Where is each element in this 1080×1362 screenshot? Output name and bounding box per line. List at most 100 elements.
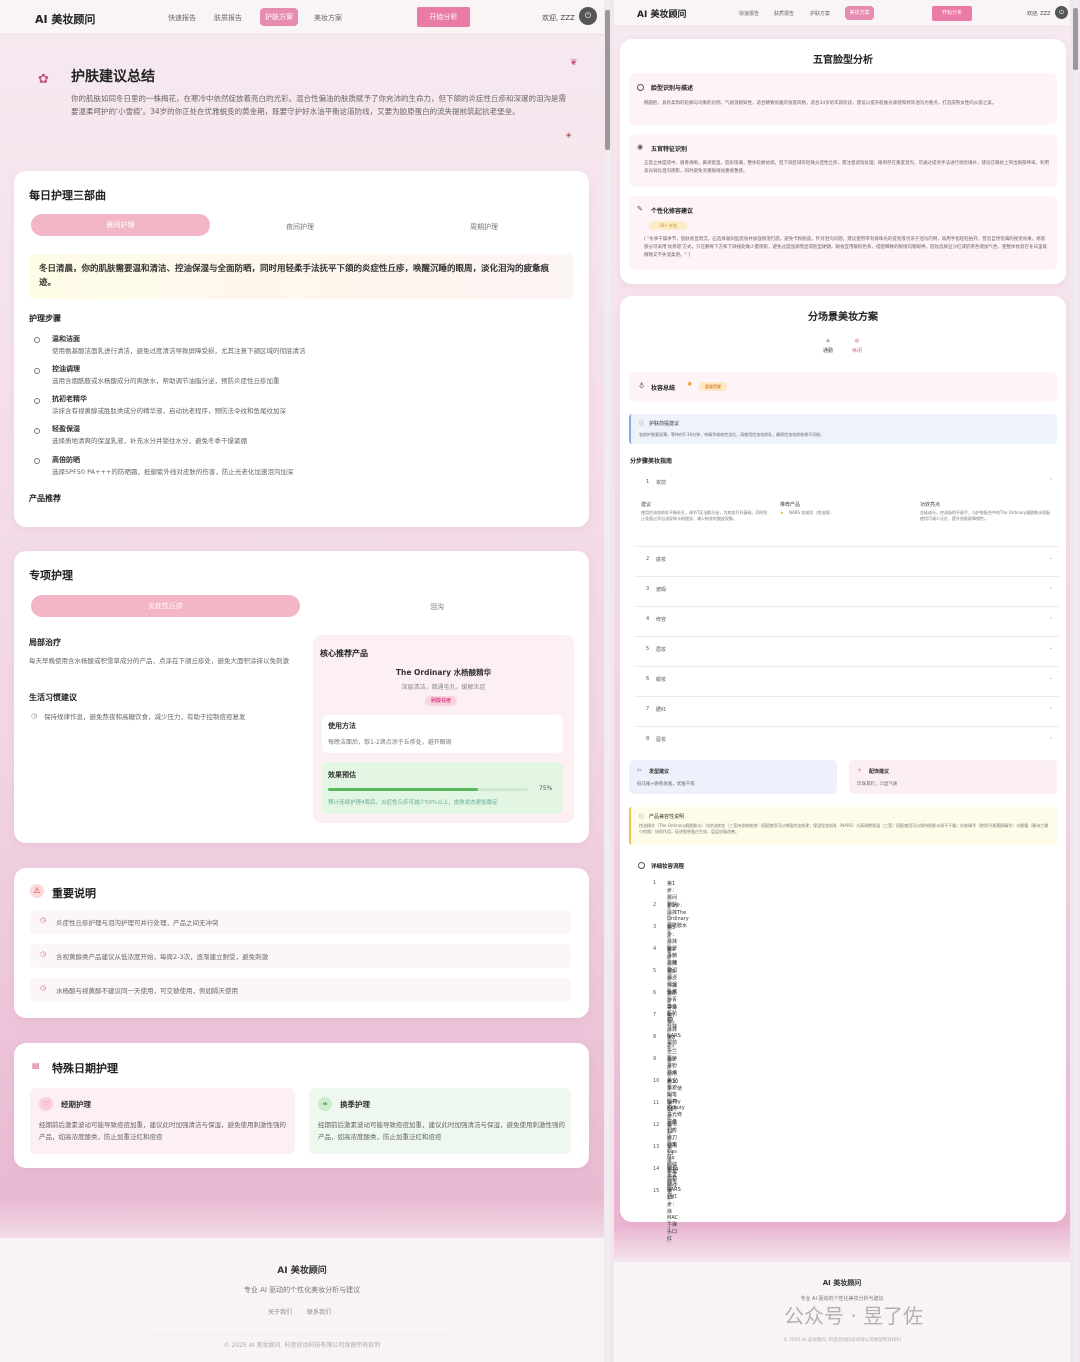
flow-number: 3: [653, 924, 657, 930]
chevron-down-icon[interactable]: ⌄: [1049, 705, 1053, 711]
guide-step-7[interactable]: 7 腮红 ⌄: [634, 696, 1059, 722]
guide-step-4[interactable]: 4 修容 ⌄: [634, 606, 1059, 632]
right-scrollbar-thumb[interactable]: [1073, 8, 1078, 70]
circle-icon: [638, 862, 645, 869]
period-title: 经期护理: [61, 1100, 91, 1109]
step-number: 4: [646, 616, 650, 622]
tab-tear-trough[interactable]: 泪沟: [304, 602, 570, 612]
nav-makeup-plan[interactable]: 美妆方案: [314, 13, 342, 23]
tab-papules[interactable]: 炎症性丘疹: [31, 595, 300, 617]
chevron-down-icon[interactable]: ⌄: [1049, 645, 1053, 651]
flow-number: 11: [653, 1100, 660, 1106]
product-name: The Ordinary 水杨酸精华: [395, 668, 492, 677]
right-scrollbar[interactable]: [1073, 0, 1078, 1362]
nav-makeup-plan[interactable]: 美妆方案: [845, 6, 874, 20]
calendar-icon: ▤: [32, 1061, 40, 1070]
step-label: 遮瑕: [656, 587, 667, 593]
nav-skin-report[interactable]: 肤质报告: [774, 10, 794, 17]
guide-step-1[interactable]: 1 妆前 ⌃: [634, 470, 1059, 496]
note-item: ◷ 炎症性丘疹护理与泪沟护理可并行处理，产品之间无冲突: [30, 910, 571, 934]
app-logo[interactable]: AI 美妆顾问: [35, 11, 95, 27]
guide-step-3[interactable]: 3 遮瑕 ⌄: [634, 576, 1059, 602]
nav-skin-report[interactable]: 肤质报告: [214, 13, 242, 23]
step-desc: 选择质地清爽的保湿乳液，补充水分并锁住水分，避免冬季干燥紧绷: [52, 437, 247, 445]
leisure-icon[interactable]: ◍: [850, 338, 864, 344]
shape-title: 脸型识别与描述: [651, 85, 694, 92]
footer-contact-link[interactable]: 联系我们: [307, 1307, 331, 1316]
avatar[interactable]: ⏻: [1055, 6, 1068, 19]
tab-leisure[interactable]: 休闲: [850, 347, 864, 354]
start-analysis-button[interactable]: 开始分析: [932, 6, 972, 21]
sparkle-icon: ✧: [857, 767, 863, 774]
highlight-title: 功效亮点: [920, 502, 941, 508]
warning-icon: ⚠: [30, 884, 44, 898]
watermark: 公众号 · 昱了佐: [784, 1304, 924, 1328]
eye-icon: ◉: [637, 143, 644, 151]
chevron-up-icon[interactable]: ⌃: [1049, 478, 1053, 484]
life-title: 生活习惯建议: [29, 693, 77, 702]
hair-box: ✂ 发型建议 低马尾+微卷发尾，优雅干练: [629, 760, 837, 794]
tab-night[interactable]: 夜间护理: [210, 222, 390, 232]
commute-icon[interactable]: ⌂: [821, 338, 835, 344]
avatar[interactable]: ⏻: [579, 7, 597, 25]
chevron-down-icon[interactable]: ⌄: [1049, 615, 1053, 621]
app-logo[interactable]: AI 美妆顾问: [637, 7, 686, 20]
nav-skincare-plan[interactable]: 护肤方案: [810, 10, 830, 17]
info-icon: ⓘ: [639, 421, 645, 427]
step-title: 抗初老精华: [52, 395, 87, 403]
step-number: 7: [646, 706, 650, 712]
step-label: 眉妆: [656, 647, 667, 653]
scene-title: 分场景美妆方案: [808, 312, 878, 323]
nav-quick-report[interactable]: 快速报告: [168, 13, 196, 23]
chevron-down-icon[interactable]: ⌄: [1049, 555, 1053, 561]
step-label: 腮红: [656, 707, 667, 713]
tab-periodic[interactable]: 周期护理: [394, 222, 574, 232]
guide-step-6[interactable]: 6 眼妆 ⌄: [634, 666, 1059, 692]
flow-number: 12: [653, 1122, 660, 1128]
step-title: 控油调理: [52, 365, 80, 373]
local-title: 局部治疗: [29, 638, 61, 647]
tab-commute[interactable]: 通勤: [821, 347, 835, 354]
step-number: 6: [646, 676, 650, 682]
footer-about-link[interactable]: 关于我们: [268, 1307, 292, 1316]
special-days-title: 特殊日期护理: [52, 1062, 118, 1075]
effect-text: 预计连续护理4周后，炎症性丘疹可减少50%以上，皮肤状态更加稳定: [328, 800, 498, 806]
flow-number: 10: [653, 1078, 660, 1084]
summary-title: 护肤建议总结: [71, 69, 155, 85]
step-desc: 涂抹含有视黄醇或胜肽类成分的精华液，启动抗老程序，预防法令纹和鱼尾纹加深: [52, 407, 286, 415]
step-desc: 使用氨基酸洁面乳进行清洁，避免过度清洁导致屏障受损，尤其注意下颌区域的彻底清洁: [52, 347, 306, 355]
scene-card: 分场景美妆方案 ⌂ 通勤 ◍ 休闲 ♁ 妆容总结 ✺ 重要提醒 ⓘ 护肤前提建议…: [620, 296, 1066, 1243]
chevron-down-icon[interactable]: ⌄: [1049, 675, 1053, 681]
flow-number: 8: [653, 1034, 657, 1040]
highlight-text: 含硅成分，控油吸附不留手，与护肤配合中的The Ordinary烟酰胺水搭配使用…: [920, 510, 1051, 521]
step-label: 眼妆: [656, 677, 667, 683]
nav-quick-report[interactable]: 快速报告: [739, 10, 759, 17]
start-analysis-button[interactable]: 开始分析: [417, 7, 470, 27]
nav-skincare-plan[interactable]: 护肤方案: [260, 8, 298, 26]
guide-step-5[interactable]: 5 眉妆 ⌄: [634, 636, 1059, 662]
footer-slogan: 专业 AI 驱动的个性化美妆分析与建议: [243, 1286, 361, 1294]
summary-text: 你的肌肤如同冬日里的一株梅花，在寒冷中依然绽放着亮白的光彩。混合性偏油的肤质赋予…: [71, 94, 566, 116]
core-product-panel: 核心推荐产品 The Ordinary 水杨酸精华 深层清洁，疏通毛孔，缓解炎症…: [313, 635, 574, 823]
tab-morning[interactable]: 晨间护理: [31, 214, 210, 236]
step-label: 唇妆: [656, 737, 667, 743]
guide-step-2[interactable]: 2 底妆 ⌄: [634, 546, 1059, 572]
effect-progress-track: [328, 788, 528, 791]
left-scrollbar-thumb[interactable]: [605, 10, 610, 150]
clock-icon: ◷: [40, 950, 47, 958]
clock-icon: ◷: [31, 712, 38, 720]
note-item: ◷ 含视黄醇类产品建议从低浓度开始，每周2-3次，逐渐建立耐受，避免刺激: [30, 944, 571, 968]
chevron-down-icon[interactable]: ⌄: [1049, 735, 1053, 741]
accessory-text: 珍珠耳钉，凸显气质: [857, 782, 898, 787]
step-number: 2: [646, 556, 650, 562]
step-number: 1: [646, 479, 650, 485]
leaf-icon: ❦: [570, 58, 578, 68]
guide-step-8[interactable]: 8 唇妆 ⌄: [634, 726, 1059, 752]
step-circle-icon: [34, 398, 40, 404]
chevron-down-icon[interactable]: ⌄: [1049, 585, 1053, 591]
clock-icon: ◷: [40, 916, 47, 924]
tips-title: 个性化修容建议: [651, 208, 694, 215]
usage-text: 每晚洁面后，取1-2滴点涂于丘疹处，避开眼周: [328, 739, 452, 746]
compat-box: ⓘ 产品兼容性说明 控油精华（The Ordinary烟酰胺水）与控油底妆（三莹…: [629, 807, 1057, 845]
left-scrollbar[interactable]: [605, 0, 610, 1362]
